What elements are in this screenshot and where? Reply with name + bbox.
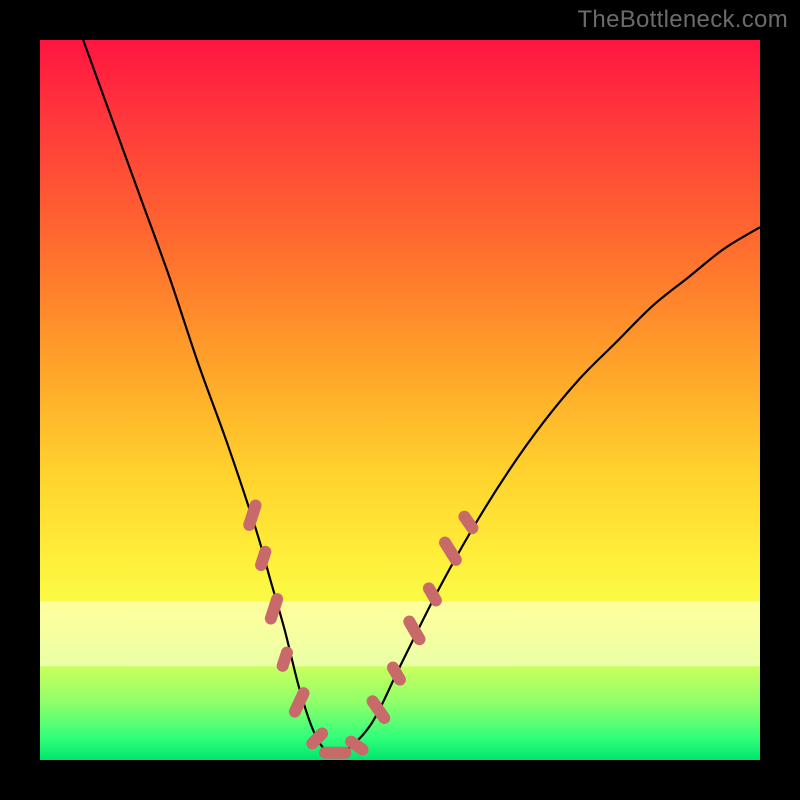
bands-layer: [40, 602, 760, 667]
plot-area: [40, 40, 760, 760]
pale-band: [40, 602, 760, 667]
curve-marker: [319, 747, 351, 759]
chart-svg: [40, 40, 760, 760]
curve-marker: [242, 498, 263, 533]
watermark-text: TheBottleneck.com: [577, 6, 788, 34]
chart-frame: TheBottleneck.com: [0, 0, 800, 800]
curve-marker: [364, 693, 392, 726]
curve-marker: [253, 544, 272, 572]
